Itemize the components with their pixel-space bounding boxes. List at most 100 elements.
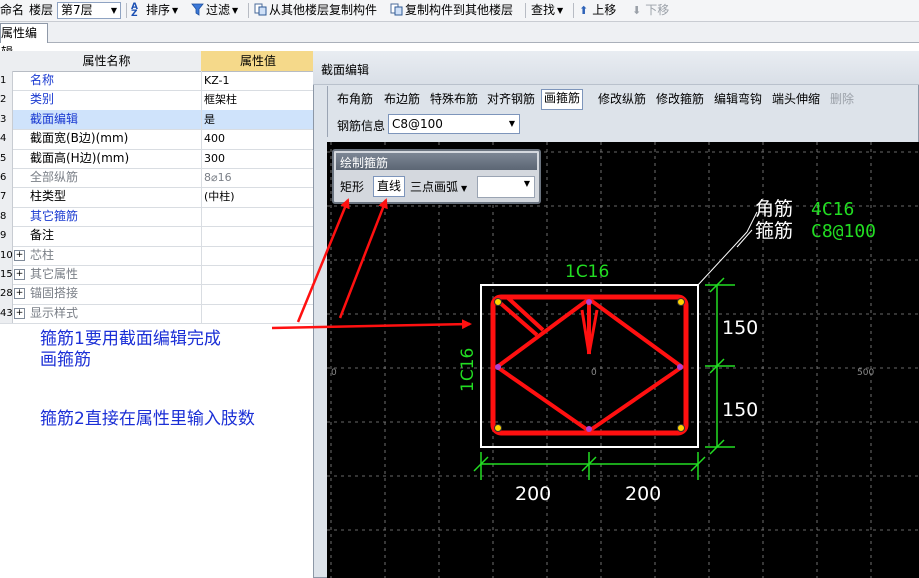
grid-row[interactable]: 6 全部纵筋 8⌀16 (0, 168, 315, 189)
grid-row-number: 15 (0, 265, 13, 285)
tool-modify-long-rebar[interactable]: 修改纵筋 (598, 91, 646, 108)
grid-property-value[interactable]: 8⌀16 (204, 168, 232, 187)
stirrup-value: C8@100 (811, 221, 876, 242)
floor-select[interactable]: 第7层 ▼ (57, 2, 121, 19)
tool-delete[interactable]: 删除 (830, 91, 854, 108)
property-grid: 属性名称 属性值 1 名称 KZ-1 2 类别 框架柱 3 截面编辑 是 4 截面宽(B边)(mm)… (0, 51, 316, 325)
stirrup-label: 箍筋 (755, 220, 793, 242)
corner-rebar[interactable] (494, 424, 502, 432)
dimension-height-1: 150 (722, 317, 758, 339)
grid-row[interactable]: 8 其它箍筋 (0, 206, 315, 228)
expand-plus-icon[interactable]: + (14, 307, 25, 319)
chevron-down-icon: ▼ (508, 119, 515, 128)
draw-option-select[interactable]: ▼ (477, 176, 535, 198)
header-property-value: 属性值 (201, 51, 316, 72)
draw-arc-label: 三点画弧 (410, 180, 459, 194)
move-up-button[interactable]: ⬆ 上移 (579, 2, 616, 19)
tool-edge-rebar[interactable]: 布边筋 (384, 91, 420, 108)
rename-button[interactable]: 命名 (0, 2, 24, 19)
edge-rebar[interactable] (495, 364, 501, 370)
corner-rebar[interactable] (677, 298, 685, 306)
grid-row-number: 4 (0, 129, 13, 149)
move-down-button[interactable]: ⬇ 下移 (632, 2, 669, 19)
find-button[interactable]: 查找 ▼ (531, 2, 563, 19)
grid-row[interactable]: 15 + 其它属性 (0, 265, 315, 286)
filter-button[interactable]: 过滤 ▼ (191, 2, 238, 19)
section-editor-title: 截面编辑 (321, 63, 370, 77)
expand-plus-icon[interactable]: + (14, 269, 25, 280)
rebar-info-select[interactable]: C8@100 ▼ (388, 114, 520, 134)
tool-special-rebar[interactable]: 特殊布筋 (430, 91, 478, 108)
arrow-up-icon: ⬆ (579, 4, 589, 17)
grid-row-number: 1 (0, 71, 13, 91)
expand-plus-icon[interactable]: + (14, 288, 25, 300)
note-line-2: 画箍筋 (40, 350, 91, 370)
tab-property-edit[interactable]: 属性编辑 (0, 23, 48, 59)
toolbar-divider (573, 3, 574, 18)
draw-rect-button[interactable]: 矩形 (340, 178, 364, 195)
dimension-width-1: 200 (515, 483, 551, 505)
chevron-down-icon: ▼ (232, 6, 239, 15)
side-edge-rebar-label: 1C16 (458, 348, 478, 392)
grid-row-number: 10 (0, 245, 13, 265)
tool-modify-stirrup[interactable]: 修改箍筋 (656, 91, 704, 108)
copy-floor-icon (390, 3, 403, 16)
leader-line (736, 229, 753, 248)
grid-row-number: 3 (0, 109, 13, 130)
sort-button[interactable]: A Z 排序 ▼ (131, 2, 178, 19)
grid-row[interactable]: 10 + 芯柱 (0, 245, 315, 266)
tool-align-rebar[interactable]: 对齐钢筋 (487, 91, 535, 108)
corner-rebar[interactable] (494, 298, 502, 306)
chevron-down-icon: ▼ (461, 184, 468, 193)
grid-property-name: 其它属性 (30, 267, 79, 281)
grid-row[interactable]: 7 柱类型 (中柱) (0, 187, 315, 208)
grid-property-name: 类别 (30, 92, 55, 107)
copy-from-floor-button[interactable]: 从其他楼层复制构件 (254, 2, 377, 19)
grid-row-number: 8 (0, 206, 13, 227)
copy-from-floor-label: 从其他楼层复制构件 (269, 3, 378, 17)
grid-property-name: 名称 (30, 73, 55, 87)
edge-rebar[interactable] (586, 299, 592, 305)
draw-panel-titlebar: 绘制箍筋 (336, 153, 537, 170)
tool-end-stretch[interactable]: 端头伸缩 (772, 91, 820, 108)
section-editor-toolbar: 布角筋 布边筋 特殊布筋 对齐钢筋 画箍筋 修改纵筋 修改箍筋 编辑弯钩 端头伸… (327, 86, 919, 112)
filter-funnel-icon (191, 3, 204, 16)
grid-property-name: 显示样式 (30, 305, 79, 320)
grid-row[interactable]: 5 截面高(H边)(mm) 300 (0, 148, 315, 169)
edge-rebar[interactable] (677, 364, 683, 370)
dimension-height-2: 150 (722, 399, 758, 421)
corner-rebar[interactable] (677, 424, 685, 432)
arrow-down-icon: ⬇ (632, 4, 642, 17)
grid-row[interactable]: 43 + 显示样式 (0, 303, 315, 325)
copy-to-floor-button[interactable]: 复制构件到其他楼层 (390, 2, 513, 19)
grid-property-value[interactable]: 300 (204, 149, 225, 168)
grid-property-value[interactable]: 400 (204, 129, 225, 148)
grid-property-value[interactable]: (中柱) (204, 187, 235, 206)
grid-property-value[interactable]: KZ-1 (204, 71, 230, 90)
grid-row[interactable]: 28 + 锚固搭接 (0, 284, 315, 305)
grid-column-divider (201, 90, 202, 110)
tool-draw-stirrup[interactable]: 画箍筋 (541, 89, 584, 110)
grid-row[interactable]: 1 名称 KZ-1 (0, 71, 315, 92)
sort-az-icon: AZ (131, 2, 138, 19)
grid-row-number: 6 (0, 168, 13, 188)
grid-property-value[interactable]: 是 (204, 110, 215, 129)
grid-row[interactable]: 3 截面编辑 是 (0, 109, 315, 131)
grid-property-value[interactable]: 框架柱 (204, 90, 237, 109)
edge-rebar[interactable] (586, 426, 592, 432)
floor-select-value: 第7层 (61, 3, 93, 17)
tool-corner-rebar[interactable]: 布角筋 (337, 91, 373, 108)
sort-label: 排序 (146, 3, 171, 17)
draw-arc-button[interactable]: 三点画弧 ▼ (410, 178, 467, 195)
tool-edit-hook[interactable]: 编辑弯钩 (714, 91, 762, 108)
drawing-canvas[interactable]: 0 0 500 150 150 200 200 1C16 1C16 角筋 4C1… (327, 142, 919, 578)
grid-row[interactable]: 4 截面宽(B边)(mm) 400 (0, 129, 315, 150)
grid-row[interactable]: 2 类别 框架柱 (0, 90, 315, 111)
grid-row-number: 5 (0, 148, 13, 168)
expand-plus-icon[interactable]: + (14, 249, 25, 261)
grid-row-number: 43 (0, 303, 13, 324)
grid-row[interactable]: 9 备注 (0, 226, 315, 247)
corner-rebar-value: 4C16 (811, 199, 854, 220)
grid-column-divider (201, 71, 202, 91)
draw-line-button[interactable]: 直线 (373, 176, 406, 197)
